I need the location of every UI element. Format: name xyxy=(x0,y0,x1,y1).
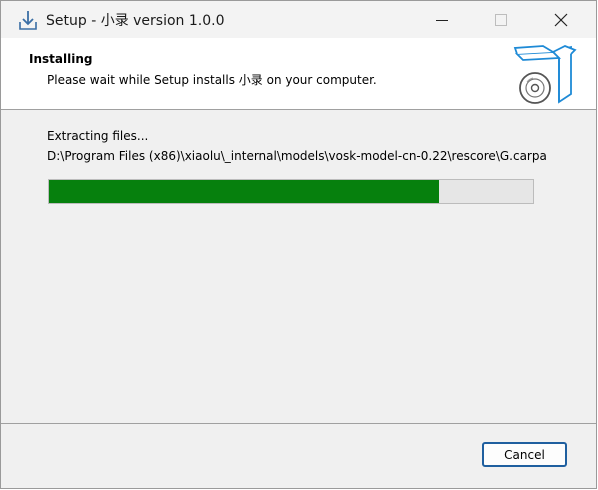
close-button[interactable] xyxy=(538,1,584,38)
setup-window: Setup - 小录 version 1.0.0 Installing Plea… xyxy=(0,0,597,489)
setup-download-icon xyxy=(19,11,37,30)
status-label: Extracting files... xyxy=(47,129,149,143)
maximize-icon xyxy=(495,13,507,26)
title-bar[interactable]: Setup - 小录 version 1.0.0 xyxy=(1,1,596,38)
current-file-path: D:\Program Files (x86)\xiaolu\_internal\… xyxy=(47,149,547,163)
minimize-button[interactable] xyxy=(419,1,465,38)
progress-fill xyxy=(49,180,439,203)
cd-box-icon xyxy=(513,45,577,104)
close-icon xyxy=(554,13,568,26)
minimize-icon xyxy=(436,19,448,21)
page-subtitle: Please wait while Setup installs 小录 on y… xyxy=(47,73,377,87)
footer-divider xyxy=(1,423,596,424)
maximize-button xyxy=(478,1,524,38)
window-title: Setup - 小录 version 1.0.0 xyxy=(46,13,225,29)
wizard-header: Installing Please wait while Setup insta… xyxy=(1,38,596,110)
install-progress-bar xyxy=(48,179,534,204)
page-title: Installing xyxy=(29,52,93,66)
cancel-button[interactable]: Cancel xyxy=(482,442,567,467)
